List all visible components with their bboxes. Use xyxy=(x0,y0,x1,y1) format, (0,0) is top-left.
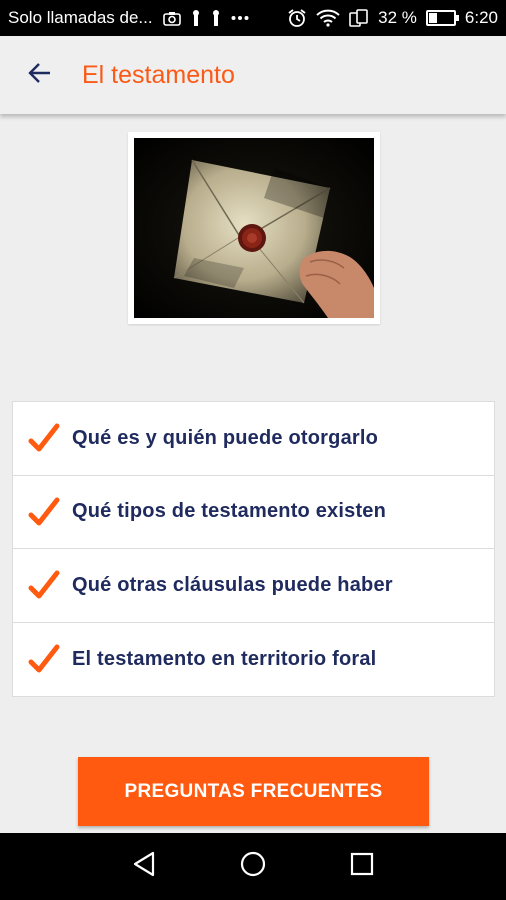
nav-home-icon xyxy=(240,851,266,882)
topic-label: Qué tipos de testamento existen xyxy=(72,500,387,523)
battery-percent: 32 % xyxy=(378,8,417,27)
alarm-icon xyxy=(287,8,307,28)
camera-icon xyxy=(162,11,181,26)
nav-home-button[interactable] xyxy=(223,837,283,897)
more-icon xyxy=(231,15,249,21)
topic-label: Qué otras cláusulas puede haber xyxy=(72,573,393,596)
battery-icon xyxy=(425,10,459,26)
check-icon xyxy=(28,570,64,600)
status-bar: Solo llamadas de... 32 % 6:20 xyxy=(0,0,506,36)
topic-item[interactable]: El testamento en territorio foral xyxy=(13,623,494,697)
navigation-bar xyxy=(0,833,506,900)
nav-back-icon xyxy=(132,851,156,882)
faq-button[interactable]: PREGUNTAS FRECUENTES xyxy=(78,757,429,826)
check-icon xyxy=(28,497,64,527)
topic-list: Qué es y quién puede otorgarlo Qué tipos… xyxy=(12,401,495,697)
page-title: El testamento xyxy=(82,60,235,89)
app-bar: El testamento xyxy=(0,36,506,114)
battery-level xyxy=(428,13,437,23)
topic-item[interactable]: Qué es y quién puede otorgarlo xyxy=(13,402,494,476)
usb-icon xyxy=(211,9,221,27)
topic-item[interactable]: Qué tipos de testamento existen xyxy=(13,476,494,549)
testament-photo xyxy=(128,132,380,324)
check-icon xyxy=(28,423,64,453)
wifi-icon xyxy=(316,9,340,27)
check-icon xyxy=(28,644,64,674)
status-right: 32 % 6:20 xyxy=(287,8,498,28)
status-left: Solo llamadas de... xyxy=(8,8,287,28)
arrow-back-icon xyxy=(28,62,52,89)
topic-label: El testamento en territorio foral xyxy=(72,647,377,670)
usb-icon xyxy=(191,9,201,27)
topic-item[interactable]: Qué otras cláusulas puede haber xyxy=(13,549,494,623)
back-button[interactable] xyxy=(10,45,70,105)
nav-back-button[interactable] xyxy=(114,837,174,897)
clock: 6:20 xyxy=(464,8,498,27)
topic-label: Qué es y quién puede otorgarlo xyxy=(72,426,379,449)
nav-recents-button[interactable] xyxy=(332,837,392,897)
sealed-envelope-photo xyxy=(134,138,374,318)
carrier-text: Solo llamadas de... xyxy=(8,8,153,27)
nav-recents-icon xyxy=(350,852,374,881)
sim-icon xyxy=(349,9,369,27)
